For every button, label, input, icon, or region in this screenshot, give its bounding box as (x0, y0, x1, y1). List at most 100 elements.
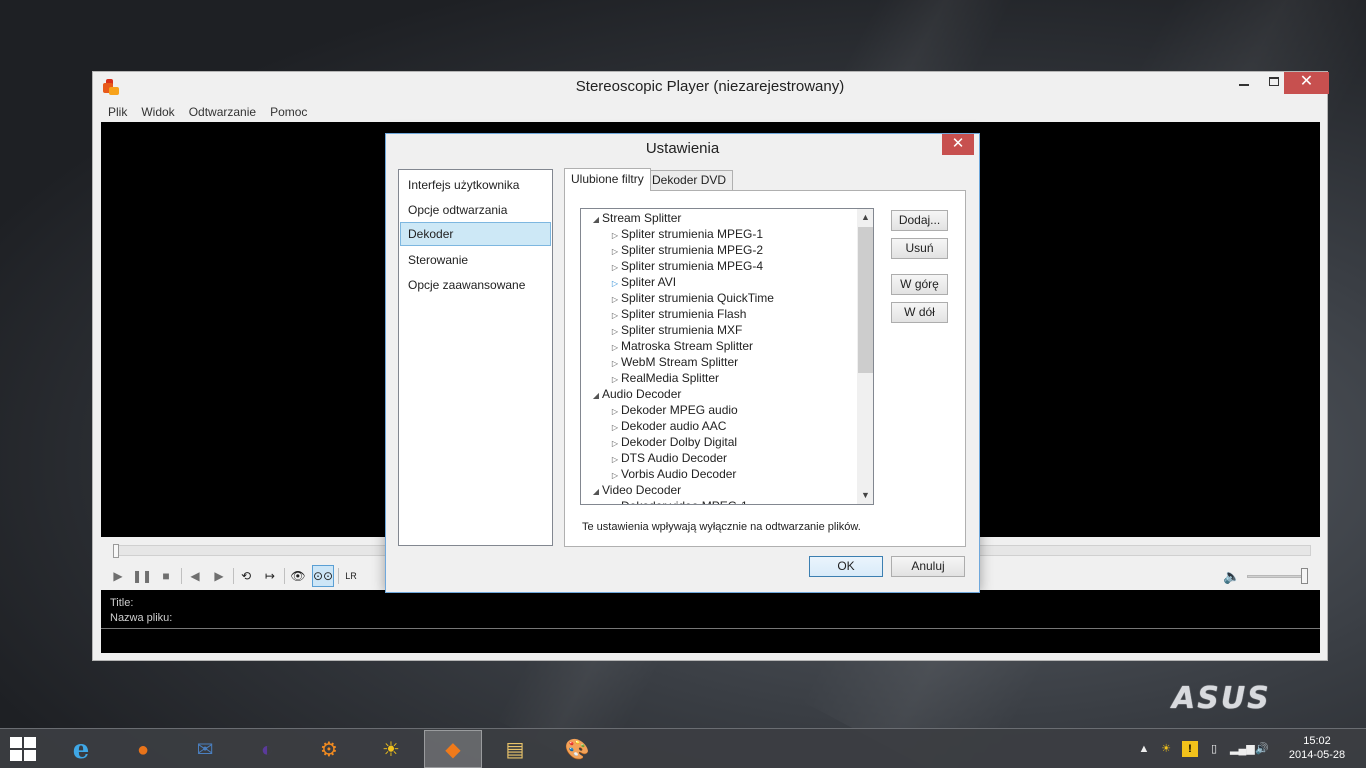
tree-item[interactable]: ▷ Spliter strumienia QuickTime (609, 290, 774, 306)
thunderbird-icon[interactable]: ✉ (176, 730, 234, 768)
expanded-arrow-icon[interactable]: ◢ (590, 388, 602, 404)
clock-date: 2014-05-28 (1288, 749, 1346, 761)
windows-logo-icon (24, 737, 36, 748)
filter-tree[interactable]: ◢ Stream Splitter ▷ Spliter strumienia MPEG… (580, 208, 874, 505)
clock[interactable]: 15:02 2014-05-28 (1282, 734, 1352, 762)
tree-item[interactable]: ▷ Dekoder Dolby Digital (609, 434, 737, 450)
settings-dialog[interactable]: Ustawienia ✕ Interfejs użytkownika Opcje… (385, 133, 980, 593)
tree-item-label: Dekoder audio AAC (621, 419, 727, 433)
dialog-title: Ustawienia (645, 140, 720, 157)
network-signal-icon[interactable]: ▂▄▆ (1230, 741, 1255, 757)
scroll-up-arrow-icon[interactable]: ▲ (857, 209, 873, 226)
tree-group[interactable]: ◢ Audio Decoder (590, 386, 681, 402)
nav-item-advanced-options[interactable]: Opcje zaawansowane (400, 273, 551, 297)
tab-favorite-filters[interactable]: Ulubione filtry (564, 168, 651, 191)
clock-time: 15:02 (1303, 735, 1331, 747)
warning-icon[interactable]: ! (1182, 741, 1198, 757)
nav-item-decoder[interactable]: Dekoder (400, 222, 551, 246)
start-button[interactable] (10, 737, 38, 761)
taskbar: e ● ✉ ◐ ⚙ ☀ ◆ ▤ 🎨 ▲ ☀ ! ▯ ▂▄▆ 🔊 15:02 20… (0, 728, 1366, 768)
volume-slider[interactable] (1247, 575, 1307, 578)
menu-plik[interactable]: Plik (101, 102, 134, 122)
close-button[interactable]: ✕ (1284, 72, 1329, 94)
tree-scrollbar[interactable]: ▲ ▼ (857, 209, 873, 504)
add-button[interactable]: Dodaj... (891, 210, 948, 231)
tree-item[interactable]: ▷ Spliter strumienia MXF (609, 322, 742, 338)
tree-item-label: Spliter strumienia MPEG-1 (621, 227, 764, 241)
internet-explorer-icon[interactable]: e (52, 730, 110, 768)
tree-item-label: Spliter strumienia MXF (621, 323, 743, 337)
next-button[interactable]: ▶ (208, 565, 230, 587)
previous-button[interactable]: ◀ (184, 565, 206, 587)
seek-thumb[interactable] (113, 544, 119, 558)
left-right-icon[interactable]: LR (340, 565, 362, 587)
tree-item[interactable]: ▷ Dekoder audio AAC (609, 418, 726, 434)
nav-item-user-interface[interactable]: Interfejs użytkownika (400, 173, 551, 197)
tree-group[interactable]: ◢ Video Decoder (590, 482, 681, 498)
volume-icon[interactable]: 🔈 (1221, 565, 1243, 587)
filename-label: Nazwa pliku: (110, 612, 173, 624)
move-down-button[interactable]: W dół (891, 302, 948, 323)
favorite-filters-panel: ◢ Stream Splitter ▷ Spliter strumienia MPEG… (564, 190, 966, 547)
paint-icon[interactable]: 🎨 (548, 730, 606, 768)
sun-tray-icon[interactable]: ☀ (1158, 741, 1174, 757)
cancel-button[interactable]: Anuluj (891, 556, 965, 577)
windows-logo-icon (24, 750, 36, 761)
info-divider (101, 628, 1320, 629)
tree-item-label: Matroska Stream Splitter (621, 339, 754, 353)
window-titlebar[interactable]: Stereoscopic Player (niezarejestrowany) … (93, 72, 1329, 102)
collapsed-arrow-icon[interactable]: ▷ (609, 500, 621, 504)
tree-item-label: RealMedia Splitter (621, 371, 720, 385)
nav-item-control[interactable]: Sterowanie (400, 248, 551, 272)
stop-button[interactable]: ■ (155, 565, 177, 587)
tree-group[interactable]: ◢ Stream Splitter (590, 210, 681, 226)
tree-item[interactable]: ▷ Vorbis Audio Decoder (609, 466, 736, 482)
ab-repeat-icon[interactable]: ↦ (259, 565, 281, 587)
move-up-button[interactable]: W górę (891, 274, 948, 295)
stereoscopic-player-taskbar-icon[interactable]: ◆ (424, 730, 482, 768)
show-hidden-icons-icon[interactable]: ▲ (1136, 741, 1152, 757)
title-label: Title: (110, 597, 134, 609)
sun-app-icon[interactable]: ☀ (362, 730, 420, 768)
tree-item[interactable]: ▷ WebM Stream Splitter (609, 354, 738, 370)
scroll-thumb[interactable] (858, 227, 873, 373)
tree-item[interactable]: ▷ Spliter AVI (609, 274, 676, 290)
expanded-arrow-icon[interactable]: ◢ (590, 484, 602, 500)
scroll-down-arrow-icon[interactable]: ▼ (857, 487, 873, 504)
eclipse-icon[interactable]: ◐ (238, 730, 296, 768)
tree-item[interactable]: ▷ Dekoder MPEG audio (609, 402, 738, 418)
separator (181, 568, 182, 584)
ok-button[interactable]: OK (809, 556, 883, 577)
loop-icon[interactable]: ⟲ (235, 565, 257, 587)
firefox-icon[interactable]: ● (114, 730, 172, 768)
menu-widok[interactable]: Widok (134, 102, 181, 122)
menu-odtwarzanie[interactable]: Odtwarzanie (182, 102, 263, 122)
tree-item[interactable]: ▷ Spliter strumienia MPEG-4 (609, 258, 763, 274)
tree-item[interactable]: ▷ Spliter strumienia MPEG-1 (609, 226, 763, 242)
dialog-close-button[interactable]: ✕ (942, 134, 974, 155)
tree-item[interactable]: ▷ Spliter strumienia MPEG-2 (609, 242, 763, 258)
tab-dvd-decoder[interactable]: Dekoder DVD (645, 170, 734, 191)
tree-item[interactable]: ▷ Spliter strumienia Flash (609, 306, 746, 322)
remove-button[interactable]: Usuń (891, 238, 948, 259)
speaker-icon[interactable]: 🔊 (1254, 741, 1270, 757)
minimize-button[interactable] (1229, 72, 1259, 94)
file-explorer-icon[interactable]: ▤ (486, 730, 544, 768)
play-button[interactable]: ▶ (107, 565, 129, 587)
minimize-icon (1239, 84, 1249, 86)
nav-item-playback-options[interactable]: Opcje odtwarzania (400, 198, 551, 222)
volume-thumb[interactable] (1301, 568, 1308, 584)
eye-icon[interactable]: 👁 (287, 565, 309, 587)
tree-item[interactable]: ▷ DTS Audio Decoder (609, 450, 727, 466)
power-icon[interactable]: ▯ (1206, 741, 1222, 757)
settings-gear-icon[interactable]: ⚙ (300, 730, 358, 768)
tree-item[interactable]: ▷Dekoder video MPEG-1 (609, 498, 748, 504)
windows-logo-icon (10, 737, 22, 748)
tree-item[interactable]: ▷ Matroska Stream Splitter (609, 338, 753, 354)
pause-button[interactable]: ❚❚ (131, 565, 153, 587)
expanded-arrow-icon[interactable]: ◢ (590, 212, 602, 228)
stereo-glasses-icon[interactable]: ⊙⊙ (312, 565, 334, 587)
menu-pomoc[interactable]: Pomoc (263, 102, 314, 122)
windows-logo-icon (10, 750, 22, 761)
tree-item[interactable]: ▷ RealMedia Splitter (609, 370, 719, 386)
